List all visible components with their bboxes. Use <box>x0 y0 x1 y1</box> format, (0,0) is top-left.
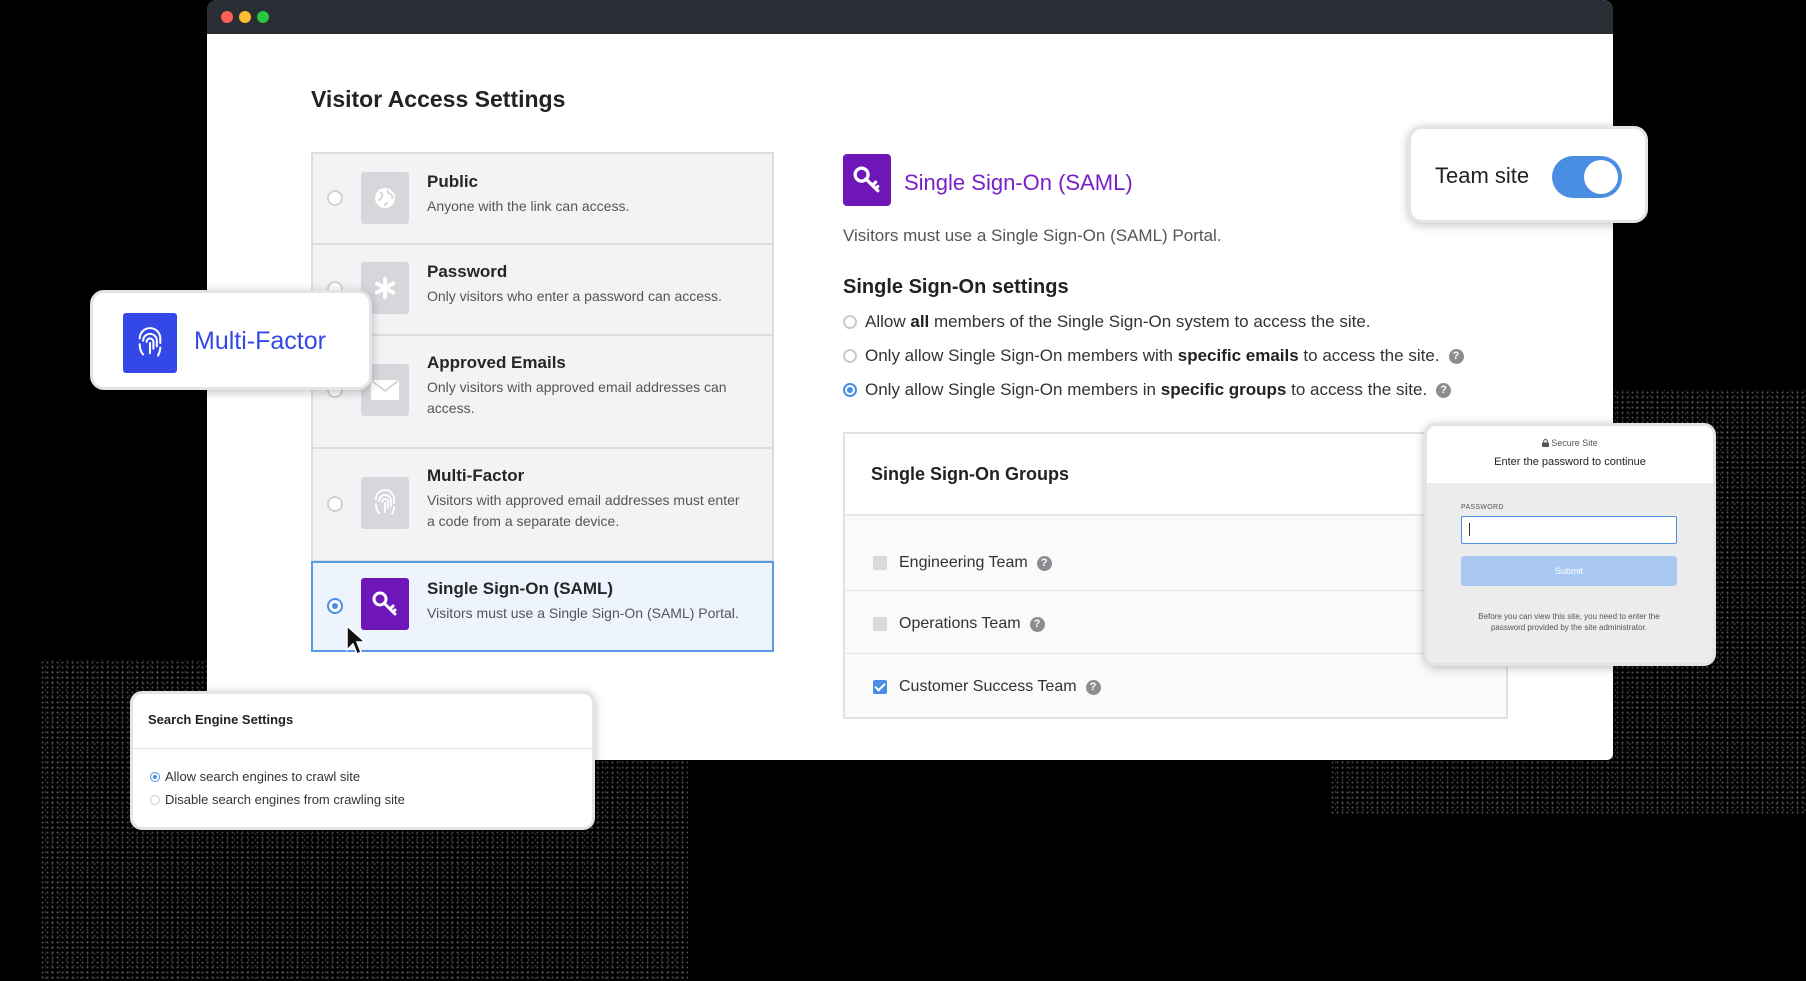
globe-icon <box>361 172 409 224</box>
option-radio-selected[interactable] <box>327 598 343 614</box>
sso-groups-panel: Single Sign-On Groups Engineering Team ?… <box>843 432 1508 719</box>
sso-radio[interactable] <box>843 315 857 329</box>
minimize-window-button[interactable] <box>239 11 251 23</box>
sso-option-text: Only allow Single Sign-On members with s… <box>865 346 1440 365</box>
option-title: Public <box>427 172 479 191</box>
multi-factor-card: Multi-Factor <box>90 290 372 390</box>
detail-description: Visitors must use a Single Sign-On (SAML… <box>843 226 1222 245</box>
access-option-multi-factor[interactable]: Multi-Factor Visitors with approved emai… <box>311 448 774 561</box>
password-field-label: PASSWORD <box>1461 504 1504 511</box>
help-icon[interactable]: ? <box>1029 616 1045 632</box>
password-prompt-note: Before you can view this site, you need … <box>1478 612 1660 632</box>
group-row-customer-success[interactable]: Customer Success Team ? <box>873 678 1101 696</box>
search-engine-title: Search Engine Settings <box>148 712 294 727</box>
option-description: Anyone with the link can access. <box>427 198 630 214</box>
option-description: Visitors with approved email addresses m… <box>427 492 740 529</box>
close-window-button[interactable] <box>221 11 233 23</box>
access-option-saml[interactable]: Single Sign-On (SAML) Visitors must use … <box>311 561 774 652</box>
sso-option-all[interactable]: Allow all members of the Single Sign-On … <box>843 312 1371 332</box>
sso-radio[interactable] <box>843 349 857 363</box>
password-prompt-heading: Enter the password to continue <box>1494 456 1646 468</box>
search-engine-option-label: Allow search engines to crawl site <box>165 769 361 784</box>
lock-icon <box>1542 439 1550 447</box>
zoom-window-button[interactable] <box>257 11 269 23</box>
search-engine-option-label: Disable search engines from crawling sit… <box>165 792 405 807</box>
option-description: Only visitors with approved email addres… <box>427 379 727 416</box>
mouse-cursor-icon <box>346 624 367 656</box>
team-site-label: Team site <box>1435 163 1530 188</box>
search-engine-option-disable[interactable]: Disable search engines from crawling sit… <box>150 792 405 807</box>
sso-radio-selected[interactable] <box>843 383 857 397</box>
group-name: Operations Team <box>899 615 1021 632</box>
help-icon[interactable]: ? <box>1436 382 1452 398</box>
key-icon <box>361 578 409 630</box>
fingerprint-icon <box>361 477 409 529</box>
password-prompt-header: Secure Site Enter the password to contin… <box>1427 426 1713 483</box>
secure-site-label: Secure Site <box>1427 438 1713 448</box>
option-title: Password <box>427 262 508 281</box>
team-site-toggle[interactable] <box>1552 156 1622 198</box>
groups-title: Single Sign-On Groups <box>871 464 1069 484</box>
option-radio[interactable] <box>327 190 343 206</box>
submit-button[interactable]: Submit <box>1461 556 1677 586</box>
search-engine-radio[interactable] <box>150 794 160 805</box>
access-option-password[interactable]: Password Only visitors who enter a passw… <box>311 244 774 335</box>
detail-title: Single Sign-On (SAML) <box>904 170 1133 195</box>
search-engine-card: Search Engine Settings Allow search engi… <box>130 691 595 830</box>
group-row-engineering[interactable]: Engineering Team ? <box>873 554 1052 572</box>
option-title: Multi-Factor <box>427 466 525 485</box>
option-radio[interactable] <box>327 496 343 512</box>
key-icon <box>843 154 891 206</box>
group-name: Customer Success Team <box>899 678 1077 695</box>
group-checkbox[interactable] <box>873 556 887 570</box>
help-icon[interactable]: ? <box>1036 555 1052 571</box>
groups-header: Single Sign-On Groups <box>845 434 1506 516</box>
help-icon[interactable]: ? <box>1448 348 1464 364</box>
group-checkbox[interactable] <box>873 617 887 631</box>
sso-option-specific-groups[interactable]: Only allow Single Sign-On members in spe… <box>843 380 1452 400</box>
search-engine-radio-selected[interactable] <box>150 771 160 782</box>
group-name: Engineering Team <box>899 554 1028 571</box>
team-site-card: Team site <box>1408 126 1648 223</box>
password-input[interactable] <box>1461 516 1677 544</box>
sso-option-text: Allow all members of the Single Sign-On … <box>865 312 1371 331</box>
access-option-approved-emails[interactable]: Approved Emails Only visitors with appro… <box>311 335 774 448</box>
password-prompt-card: Secure Site Enter the password to contin… <box>1424 423 1716 666</box>
divider <box>133 748 592 749</box>
sso-option-text: Only allow Single Sign-On members in spe… <box>865 380 1428 399</box>
divider <box>845 590 1506 591</box>
sso-settings-heading: Single Sign-On settings <box>843 276 1069 298</box>
search-engine-option-allow[interactable]: Allow search engines to crawl site <box>150 769 360 784</box>
access-options-list: Public Anyone with the link can access. … <box>311 152 774 652</box>
window-titlebar <box>207 0 1613 34</box>
fingerprint-icon <box>123 313 177 373</box>
option-description: Only visitors who enter a password can a… <box>427 288 722 304</box>
option-description: Visitors must use a Single Sign-On (SAML… <box>427 605 739 621</box>
multi-factor-label: Multi-Factor <box>194 327 326 355</box>
group-checkbox-checked[interactable] <box>873 680 887 694</box>
toggle-knob <box>1584 160 1618 194</box>
divider <box>845 653 1506 654</box>
group-row-operations[interactable]: Operations Team ? <box>873 615 1045 633</box>
access-option-public[interactable]: Public Anyone with the link can access. <box>311 152 774 244</box>
option-title: Approved Emails <box>427 353 566 372</box>
sso-option-specific-emails[interactable]: Only allow Single Sign-On members with s… <box>843 346 1464 366</box>
page-title: Visitor Access Settings <box>311 86 566 112</box>
option-title: Single Sign-On (SAML) <box>427 579 614 598</box>
help-icon[interactable]: ? <box>1085 679 1101 695</box>
app-window: Visitor Access Settings Public Anyone wi… <box>207 0 1613 760</box>
